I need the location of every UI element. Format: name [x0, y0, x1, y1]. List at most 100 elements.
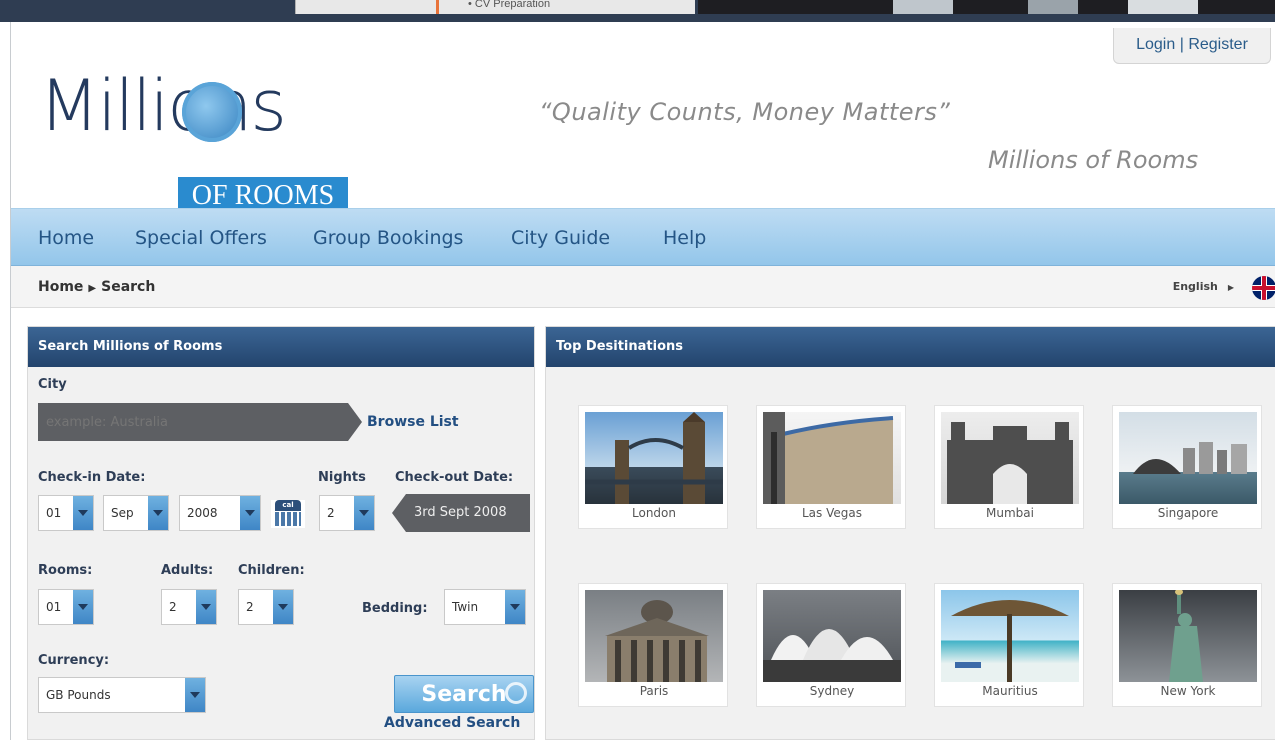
- london-photo: [585, 412, 723, 504]
- nav-group-bookings[interactable]: Group Bookings: [313, 209, 463, 267]
- adults-label: Adults:: [161, 563, 214, 578]
- checkin-month-value: Sep: [111, 506, 134, 520]
- calendar-icon-label: cal: [275, 500, 301, 511]
- destination-card-new-york[interactable]: New York: [1112, 583, 1262, 707]
- chevron-down-icon: [196, 590, 216, 624]
- city-label: City: [38, 377, 67, 392]
- sydney-photo: [763, 590, 901, 682]
- mauritius-photo: [941, 590, 1079, 682]
- auth-separator: |: [1175, 36, 1189, 53]
- hotel-tower-image: [763, 412, 894, 504]
- bedding-value: Twin: [452, 600, 479, 614]
- destination-card-london[interactable]: London: [578, 405, 728, 529]
- bedding-select[interactable]: Twin: [444, 589, 526, 625]
- calendar-icon[interactable]: cal: [271, 500, 305, 528]
- checkin-label: Check-in Date:: [38, 470, 146, 485]
- destination-name: Las Vegas: [802, 506, 862, 520]
- checkin-year-select[interactable]: 2008: [179, 495, 261, 531]
- statue-of-liberty-image: [1169, 590, 1203, 682]
- destination-card-singapore[interactable]: Singapore: [1112, 405, 1262, 529]
- checkin-day-select[interactable]: 01: [38, 495, 94, 531]
- nights-value: 2: [327, 506, 335, 520]
- adults-value: 2: [169, 600, 177, 614]
- browse-list-link[interactable]: Browse List: [367, 414, 459, 430]
- background-photo-strip: [698, 0, 1275, 14]
- new-york-photo: [1119, 590, 1257, 682]
- chevron-down-icon: [148, 496, 168, 530]
- tower-bridge-image: [585, 412, 723, 504]
- checkout-label: Check-out Date:: [395, 470, 514, 485]
- checkin-day-value: 01: [46, 506, 62, 520]
- destination-name: Mumbai: [986, 506, 1034, 520]
- breadcrumb-home[interactable]: Home: [38, 279, 83, 295]
- las-vegas-photo: [763, 412, 901, 504]
- auth-tab: Login | Register: [1113, 28, 1271, 64]
- opera-house-image: [763, 629, 901, 682]
- background-snippet: • CV Preparation: [468, 0, 551, 10]
- destination-name: New York: [1160, 684, 1216, 698]
- gateway-of-india-image: [947, 422, 1073, 504]
- chevron-down-icon: [354, 496, 374, 530]
- rooms-label: Rooms:: [38, 563, 93, 578]
- search-button[interactable]: Search: [394, 675, 534, 713]
- uk-flag-icon[interactable]: [1252, 276, 1275, 300]
- destination-name: Singapore: [1157, 506, 1219, 520]
- beach-umbrella-image: [951, 600, 1069, 682]
- destination-name: Sydney: [809, 684, 855, 698]
- checkout-pointer: [392, 494, 406, 532]
- destination-name: Mauritius: [982, 684, 1038, 698]
- destination-name: London: [632, 506, 676, 520]
- checkout-date-display: 3rd Sept 2008: [406, 494, 530, 532]
- paris-photo: [585, 590, 723, 682]
- esplanade-image: [1133, 442, 1247, 474]
- destination-card-sydney[interactable]: Sydney: [756, 583, 906, 707]
- nav-home[interactable]: Home: [38, 209, 94, 267]
- children-value: 2: [246, 600, 254, 614]
- tagline: “Quality Counts, Money Matters”: [539, 98, 951, 126]
- chevron-down-icon: [505, 590, 525, 624]
- destination-card-mumbai[interactable]: Mumbai: [934, 405, 1084, 529]
- advanced-search-link[interactable]: Advanced Search: [384, 715, 520, 731]
- destination-card-paris[interactable]: Paris: [578, 583, 728, 707]
- language-label: English: [1172, 280, 1218, 293]
- chevron-down-icon: [240, 496, 260, 530]
- adults-select[interactable]: 2: [161, 589, 217, 625]
- chevron-right-icon: ▶: [1227, 283, 1234, 292]
- search-panel: Search Millions of Rooms City Browse Lis…: [27, 326, 535, 740]
- nav-city-guide[interactable]: City Guide: [511, 209, 610, 267]
- currency-select[interactable]: GB Pounds: [38, 677, 206, 713]
- singapore-photo: [1119, 412, 1257, 504]
- nav-help[interactable]: Help: [663, 209, 706, 267]
- nav-special-offers[interactable]: Special Offers: [135, 209, 267, 267]
- chevron-right-icon: ▶: [88, 283, 97, 294]
- destinations-panel-title: Top Desitinations: [546, 327, 1275, 367]
- search-panel-title: Search Millions of Rooms: [28, 327, 534, 367]
- login-link[interactable]: Login: [1136, 36, 1175, 53]
- breadcrumb-current: Search: [101, 279, 156, 295]
- destination-card-mauritius[interactable]: Mauritius: [934, 583, 1084, 707]
- chevron-down-icon: [273, 590, 293, 624]
- search-button-label: Search: [421, 681, 507, 707]
- pantheon-image: [605, 600, 709, 682]
- breadcrumb-bar: Home ▶ Search English ▶: [11, 266, 1275, 308]
- mumbai-photo: [941, 412, 1079, 504]
- search-icon: [505, 682, 527, 704]
- city-input[interactable]: [38, 403, 348, 441]
- globe-icon: [182, 82, 242, 142]
- logo-word: Millions: [39, 65, 287, 147]
- destination-name: Paris: [639, 684, 669, 698]
- destinations-panel: Top Desitinations London Las Vegas Mumba…: [545, 326, 1275, 740]
- checkin-month-select[interactable]: Sep: [103, 495, 169, 531]
- children-select[interactable]: 2: [238, 589, 294, 625]
- city-input-pointer: [348, 403, 362, 441]
- rooms-value: 01: [46, 600, 62, 614]
- register-link[interactable]: Register: [1188, 36, 1248, 53]
- children-label: Children:: [238, 563, 305, 578]
- language-selector[interactable]: English ▶: [1173, 266, 1244, 309]
- currency-value: GB Pounds: [46, 688, 111, 702]
- site-logo[interactable]: Millions OF ROOMS: [39, 47, 359, 217]
- rooms-select[interactable]: 01: [38, 589, 94, 625]
- chevron-down-icon: [73, 496, 93, 530]
- nights-select[interactable]: 2: [319, 495, 375, 531]
- destination-card-las-vegas[interactable]: Las Vegas: [756, 405, 906, 529]
